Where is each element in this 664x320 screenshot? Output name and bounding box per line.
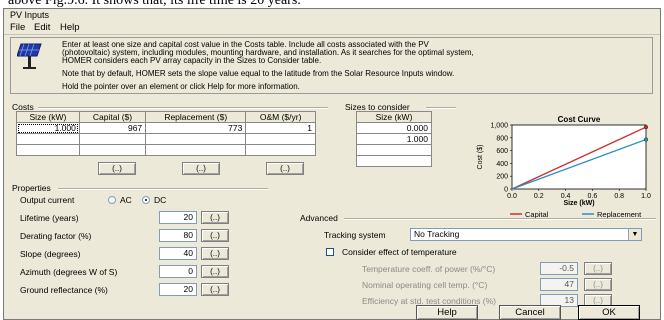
empty-cell[interactable] [16, 133, 80, 145]
data-point [643, 125, 648, 130]
empty-cell[interactable] [78, 144, 147, 156]
info-box: Enter at least one size and capital cost… [10, 37, 653, 94]
slope-input[interactable]: 40 [159, 247, 197, 260]
costs-cell-capital[interactable]: 967 [78, 122, 147, 134]
derating-label: Derating factor (%) [20, 231, 92, 241]
sizes-header: Size (kW) [356, 111, 432, 123]
ac-label: AC [120, 195, 132, 205]
cost-curve-chart: Cost Curve02004006008001,0000.0 0.2 0.4 0.6… [477, 115, 651, 219]
costs-header-om: O&M ($/yr) [245, 111, 316, 123]
tracking-system-value: No Tracking [414, 229, 460, 239]
menu-bar: File Edit Help [4, 21, 660, 35]
empty-cell[interactable] [245, 144, 316, 156]
table-row[interactable]: 1.000 967 773 1 [16, 122, 316, 134]
derating-sensitivity-button[interactable]: (..) [201, 229, 229, 242]
tracking-system-select[interactable]: No Tracking ▼ [410, 228, 642, 241]
advanced-group-title: Advanced [300, 213, 338, 223]
slope-label: Slope (degrees) [20, 249, 81, 259]
info-line-3: HOMER considers each PV array capacity i… [62, 56, 322, 65]
noct-label: Nominal operating cell temp. (°C) [362, 280, 488, 290]
sizes-table[interactable]: Size (kW) 0.000 1.000 [356, 111, 432, 167]
lifetime-sensitivity-button[interactable]: (..) [201, 211, 229, 224]
x-tick-label: 1.0 [641, 193, 651, 200]
output-current-label: Output current [20, 195, 75, 205]
empty-cell[interactable] [16, 144, 80, 156]
ground-reflectance-label: Ground reflectance (%) [20, 285, 108, 295]
x-tick-label: 0.0 [507, 193, 517, 200]
ground-reflectance-input[interactable]: 20 [159, 283, 197, 296]
y-tick-label: 800 [496, 135, 508, 142]
help-button[interactable]: Help [416, 305, 478, 320]
temperature-checkbox-label: Consider effect of temperature [342, 247, 457, 257]
x-tick-label: 0.2 [534, 193, 544, 200]
costs-cell-om[interactable]: 1 [245, 122, 316, 134]
empty-cell[interactable] [245, 133, 316, 145]
y-axis-label: Cost ($) [477, 145, 484, 170]
table-row[interactable] [16, 133, 316, 145]
temp-coeff-label: Temperature coeff. of power (%/°C) [362, 264, 496, 274]
table-row[interactable]: 0.000 [356, 122, 432, 134]
title-bar: PV Inputs [4, 9, 660, 21]
y-tick-label: 600 [496, 148, 508, 155]
empty-cell[interactable] [78, 133, 147, 145]
y-tick-label: 400 [496, 161, 508, 168]
empty-cell[interactable] [145, 144, 247, 156]
table-row[interactable] [356, 155, 432, 167]
cancel-button[interactable]: Cancel [499, 305, 561, 320]
y-tick-label: 1,000 [490, 123, 508, 130]
size-value-0[interactable]: 0.000 [356, 122, 432, 134]
derating-input[interactable]: 80 [159, 229, 197, 242]
azimuth-input[interactable]: 0 [159, 265, 197, 278]
y-tick-label: 200 [496, 174, 508, 181]
costs-cell-replacement[interactable]: 773 [145, 122, 247, 134]
x-tick-label: 0.8 [614, 193, 624, 200]
ac-radio[interactable] [108, 196, 116, 204]
replacement-sensitivity-button[interactable]: (..) [182, 162, 220, 175]
costs-cell-size[interactable]: 1.000 [16, 122, 80, 134]
window-title: PV Inputs [10, 10, 50, 20]
costs-table[interactable]: Size (kW) Capital ($) Replacement ($) O&… [16, 111, 316, 156]
table-row[interactable] [356, 144, 432, 156]
costs-header-capital: Capital ($) [78, 111, 147, 123]
ground-reflectance-sensitivity-button[interactable]: (..) [201, 283, 229, 296]
capital-sensitivity-button[interactable]: (..) [98, 162, 136, 175]
tracking-system-label: Tracking system [324, 230, 386, 240]
chevron-down-icon[interactable]: ▼ [628, 229, 641, 240]
lifetime-label: Lifetime (years) [20, 213, 79, 223]
solar-panel-icon [17, 43, 42, 69]
temp-coeff-input[interactable]: -0.5 [540, 262, 578, 275]
azimuth-sensitivity-button[interactable]: (..) [201, 265, 229, 278]
dc-label: DC [154, 195, 167, 205]
size-value-1[interactable]: 1.000 [356, 133, 432, 145]
costs-header-replacement: Replacement ($) [145, 111, 247, 123]
empty-cell[interactable] [145, 133, 247, 145]
pv-inputs-window: PV Inputs File Edit Help Enter at least … [3, 8, 661, 320]
noct-input[interactable]: 47 [540, 278, 578, 291]
menu-file[interactable]: File [10, 22, 25, 33]
om-sensitivity-button[interactable]: (..) [266, 162, 304, 175]
properties-group-title: Properties [12, 183, 51, 193]
dc-radio[interactable] [142, 196, 150, 204]
chart-title: Cost Curve [558, 115, 601, 124]
x-tick-label: 0.4 [561, 193, 571, 200]
empty-cell[interactable] [356, 144, 432, 156]
azimuth-label: Azimuth (degrees W of S) [20, 267, 118, 277]
x-axis-label: Size (kW) [563, 200, 594, 207]
temp-coeff-sensitivity-button[interactable]: (..) [584, 262, 612, 275]
info-line-4: Note that by default, HOMER sets the slo… [62, 69, 455, 78]
lifetime-input[interactable]: 20 [159, 211, 197, 224]
temperature-checkbox[interactable] [326, 248, 334, 256]
noct-sensitivity-button[interactable]: (..) [584, 278, 612, 291]
slope-sensitivity-button[interactable]: (..) [201, 247, 229, 260]
menu-edit[interactable]: Edit [34, 22, 50, 33]
table-row[interactable]: 1.000 [356, 133, 432, 145]
costs-header-size: Size (kW) [16, 111, 80, 123]
table-row[interactable] [16, 144, 316, 156]
menu-help[interactable]: Help [60, 22, 80, 33]
data-point [643, 137, 648, 142]
ok-button[interactable]: OK [578, 305, 640, 320]
empty-cell[interactable] [356, 155, 432, 167]
info-line-5: Hold the pointer over an element or clic… [62, 82, 300, 91]
x-tick-label: 0.6 [588, 193, 598, 200]
